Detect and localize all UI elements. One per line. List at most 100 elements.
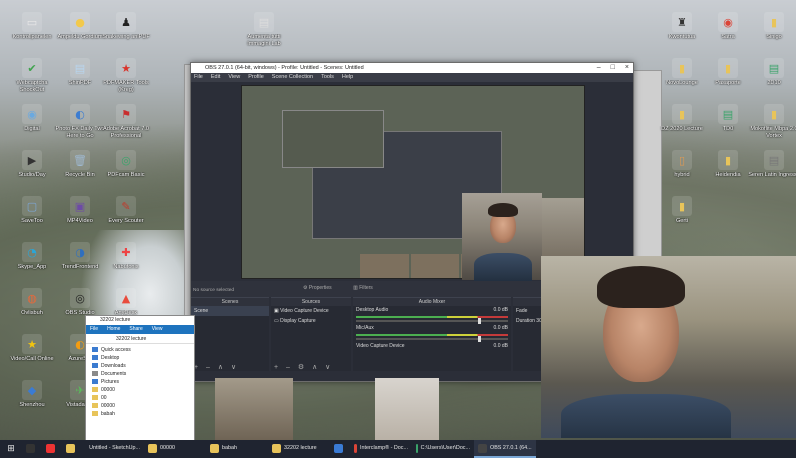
desktop-icon[interactable]: ♟ Snakewing aniPDF (100, 12, 152, 41)
explorer-nav-item[interactable]: Quick access (92, 346, 188, 354)
ribbon-tab-share[interactable]: Share (129, 325, 142, 334)
desktop-icon[interactable]: ◐ Photo FX Daily Two Here to Go (54, 104, 106, 139)
menu-view[interactable]: View (228, 73, 240, 82)
explorer-nav-item[interactable]: Pictures (92, 378, 188, 386)
desktop-icon[interactable]: ⚑ Adobe Acrobat 7.0 Professional (100, 104, 152, 139)
desktop-icon[interactable]: ✚ Nabufonis (100, 242, 152, 271)
desktop-icon[interactable]: ▮ Gerti (656, 196, 708, 225)
filters-button[interactable]: ▥ Filters (353, 285, 383, 291)
desktop-icon[interactable]: ▤ Seren Latin Ingresso (748, 150, 796, 179)
desktop-icon[interactable]: ★ PDFMAKER Tools (Kreg) (100, 58, 152, 93)
desktop-icon[interactable]: ▶ Studio/Day (6, 150, 58, 179)
address-bar[interactable]: 32202 lecture (86, 334, 194, 344)
obs-titlebar[interactable]: OBS 27.0.1 (64-bit, windows) - Profile: … (191, 63, 633, 73)
menu-tools[interactable]: Tools (321, 73, 334, 82)
explorer-nav-item[interactable]: Downloads (92, 362, 188, 370)
desktop-icon[interactable]: ◍ Ovlisbuh (6, 288, 58, 317)
desktop-icon[interactable]: ◉ Digital (6, 104, 58, 133)
mixer-channel-db: 0.0 dB (493, 325, 508, 331)
ribbon-tab-home[interactable]: Home (107, 325, 120, 334)
explorer-nav-item[interactable]: 00000 (92, 402, 188, 410)
file-explorer-window[interactable]: 32202 lecture File Home Share View 32202… (85, 315, 195, 443)
scenes-controls[interactable]: + – ∧ ∨ (194, 363, 239, 371)
desktop-icon[interactable]: ✔ Webcaptcha ShockOut (6, 58, 58, 93)
taskbar-app-icon (66, 443, 75, 453)
explorer-nav-item[interactable]: 00000 (92, 386, 188, 394)
desktop-icon[interactable]: ▤ 2D10 (748, 58, 796, 87)
ribbon-tab-file[interactable]: File (90, 325, 98, 334)
source-item[interactable]: ▣ Video Capture Device (271, 306, 351, 316)
start-button[interactable]: ⊞ (0, 440, 22, 458)
explorer-nav-item[interactable]: 00 (92, 394, 188, 402)
maximize-icon[interactable]: □ (611, 63, 615, 73)
desktop-app-icon: ▭ (22, 12, 42, 32)
menu-edit[interactable]: Edit (211, 73, 220, 82)
menu-profile[interactable]: Profile (248, 73, 264, 82)
webcam-window-small[interactable] (462, 193, 542, 281)
desktop-icon[interactable]: ▮ Pasaporte (702, 58, 754, 87)
desktop-icon-label: Adobe Acrobat 7.0 Professional (102, 126, 150, 139)
source-item[interactable]: ▭ Display Capture (271, 316, 351, 326)
desktop-icon-label: Satra (721, 34, 735, 40)
desktop-icon-label: Pasaporte (715, 80, 741, 86)
taskbar-item[interactable] (22, 440, 42, 458)
taskbar-item[interactable]: 00000 (144, 440, 206, 458)
minimize-icon[interactable]: – (597, 63, 601, 73)
desktop-icon[interactable]: ▤ TD0 (702, 104, 754, 133)
taskbar-app-icon (478, 443, 487, 453)
desktop-icon[interactable]: ◎ PDFcam Basic (100, 150, 152, 179)
explorer-nav-label: Quick access (101, 347, 131, 353)
taskbar-item[interactable] (330, 440, 350, 458)
desktop-app-icon: ▤ (764, 150, 784, 170)
taskbar-item[interactable]: babah (206, 440, 268, 458)
volume-slider[interactable] (356, 336, 508, 342)
menu-scene-collection[interactable]: Scene Collection (272, 73, 313, 82)
desktop-icon[interactable]: ▮ DZ 2020 Lecture (656, 104, 708, 133)
volume-slider[interactable] (356, 318, 508, 324)
desktop-icon[interactable]: ▤ ShinPDF (54, 58, 106, 87)
explorer-nav-item[interactable]: Documents (92, 370, 188, 378)
explorer-nav-item[interactable]: babah (92, 410, 188, 418)
desktop-icon[interactable]: ▮ Heidendia (702, 150, 754, 179)
scene-item[interactable]: Scene (191, 306, 269, 316)
desktop-icon[interactable]: ▭ Kontrollpanelen (6, 12, 58, 41)
menu-help[interactable]: Help (342, 73, 353, 82)
desktop-icon[interactable]: ✎ Every Scouter (100, 196, 152, 225)
taskbar-item[interactable] (42, 440, 62, 458)
desktop-icon-label: Shenzhou (19, 402, 45, 408)
taskbar-item[interactable]: 32202 lecture (268, 440, 330, 458)
close-icon[interactable]: × (625, 63, 629, 73)
desktop-icon[interactable]: ◆ Shenzhou (6, 380, 58, 409)
desktop-icon[interactable]: ▮ Sinigo (748, 12, 796, 41)
audio-mixer-title: Audio Mixer (353, 298, 511, 306)
taskbar-item[interactable] (62, 440, 82, 458)
taskbar-item[interactable]: C:\Users\User\Doc... (412, 440, 474, 458)
taskbar-item[interactable]: Interclamp® - Doc... (350, 440, 412, 458)
desktop-icon[interactable]: ▤ Aumenta tutti Immagini Lab (238, 12, 290, 47)
desktop-icon[interactable]: ◎ OBS Studio (54, 288, 106, 317)
desktop-icon[interactable]: ◉ Satra (702, 12, 754, 41)
ribbon-tab-view[interactable]: View (152, 325, 163, 334)
desktop-icon[interactable]: ♜ Kwontutua (656, 12, 708, 41)
taskbar-item[interactable]: Untitled - SketchUp... (82, 440, 144, 458)
desktop-icon[interactable]: 🗑 Recycle Bin (54, 150, 106, 179)
desktop-icon[interactable]: ★ Video/Call Online (6, 334, 58, 363)
desktop-icon[interactable]: ▮ NovoLounge (656, 58, 708, 87)
desktop-icon[interactable]: ▢ SaveToo (6, 196, 58, 225)
taskbar-item[interactable]: OBS 27.0.1 (64... (474, 440, 536, 458)
desktop-icon[interactable]: ▣ MP4Video (54, 196, 106, 225)
desktop-app-icon: ▤ (70, 58, 90, 78)
desktop-icon[interactable]: ◔ Skype_App (6, 242, 58, 271)
desktop-icon-label: Aumenta tutti Immagini Lab (247, 34, 281, 47)
sources-controls[interactable]: + – ⚙ ∧ ∨ (274, 363, 333, 371)
desktop-icon[interactable]: ▲ AnyDesk (100, 288, 152, 317)
mixer-channel-label: Mic/Aux (356, 325, 374, 331)
desktop-icon[interactable]: ● Ampeldu Gordium (54, 12, 106, 41)
desktop-icon[interactable]: ▮ Mokoflite Mbpa 2.0 Vortex (748, 104, 796, 139)
explorer-nav-item[interactable]: Desktop (92, 354, 188, 362)
desktop-icon[interactable]: ◑ TrendFrontend (54, 242, 106, 271)
properties-button[interactable]: ⚙ Properties (303, 285, 342, 291)
desktop-icon[interactable]: ▯ hybrid (656, 150, 708, 179)
webcam-window-large[interactable] (541, 256, 796, 438)
menu-file[interactable]: File (194, 73, 203, 82)
